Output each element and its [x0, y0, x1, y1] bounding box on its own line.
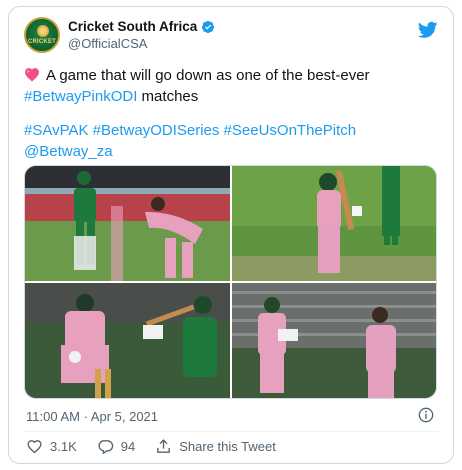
media-photo-1[interactable] [25, 166, 230, 281]
author-block[interactable]: Cricket South Africa @OfficialCSA [68, 19, 215, 51]
like-count: 3.1K [50, 439, 77, 454]
info-icon[interactable] [418, 407, 434, 423]
share-label: Share this Tweet [179, 439, 276, 454]
tweet-hashtags-line: #SAvPAK #BetwayODISeries #SeeUsOnThePitc… [24, 120, 444, 141]
mention-link[interactable]: @Betway_za [24, 143, 113, 160]
like-button[interactable]: 3.1K [26, 438, 77, 455]
media-photo-4[interactable] [232, 283, 436, 398]
tweet-text-line-1: A game that will go down as one of the b… [46, 67, 370, 84]
media-grid [24, 165, 437, 399]
verified-badge-icon [202, 20, 215, 33]
photo-1-image [25, 166, 230, 281]
tweet-line-2: #BetwayPinkODI matches [24, 86, 444, 107]
reply-button[interactable]: 94 [97, 438, 135, 455]
tweet-text: A game that will go down as one of the b… [24, 65, 444, 162]
media-photo-2[interactable] [232, 166, 436, 281]
tweet-header: CRICKET Cricket South Africa @OfficialCS… [24, 17, 438, 55]
share-upload-icon [157, 439, 171, 453]
pink-heart-emoji-icon [25, 68, 39, 82]
heart-icon [27, 440, 42, 454]
author-handle[interactable]: @OfficialCSA [68, 36, 215, 51]
divider [24, 431, 438, 432]
protea-logo-icon [37, 25, 49, 37]
tweet-card: CRICKET Cricket South Africa @OfficialCS… [8, 6, 454, 464]
reply-count: 94 [120, 439, 136, 454]
twitter-bird-icon[interactable] [418, 21, 438, 39]
tweet-timestamp[interactable]: 11:00 AM · Apr 5, 2021 [26, 409, 158, 424]
hashtag-link[interactable]: #SeeUsOnThePitch [224, 122, 357, 139]
hashtag-link[interactable]: #BetwayPinkODI [24, 88, 137, 105]
tweet-mention-line: @Betway_za [24, 141, 444, 162]
avatar[interactable]: CRICKET [24, 17, 60, 53]
author-display-name-row[interactable]: Cricket South Africa [68, 19, 215, 34]
tweet-text-line-2: matches [137, 88, 199, 105]
avatar-logo-text: CRICKET [27, 39, 57, 45]
author-display-name[interactable]: Cricket South Africa [68, 19, 197, 34]
tweet-actions: 3.1K 94 Share this Tweet [26, 438, 296, 455]
share-button[interactable]: Share this Tweet [155, 438, 276, 455]
reply-bubble-icon [98, 440, 114, 455]
photo-3-image [25, 283, 230, 398]
photo-4-image [232, 283, 436, 398]
media-photo-3[interactable] [25, 283, 230, 398]
tweet-line-1: A game that will go down as one of the b… [24, 65, 444, 86]
hashtag-link[interactable]: #SAvPAK [24, 122, 88, 139]
hashtag-link[interactable]: #BetwayODISeries [93, 122, 220, 139]
photo-2-image [232, 166, 436, 281]
